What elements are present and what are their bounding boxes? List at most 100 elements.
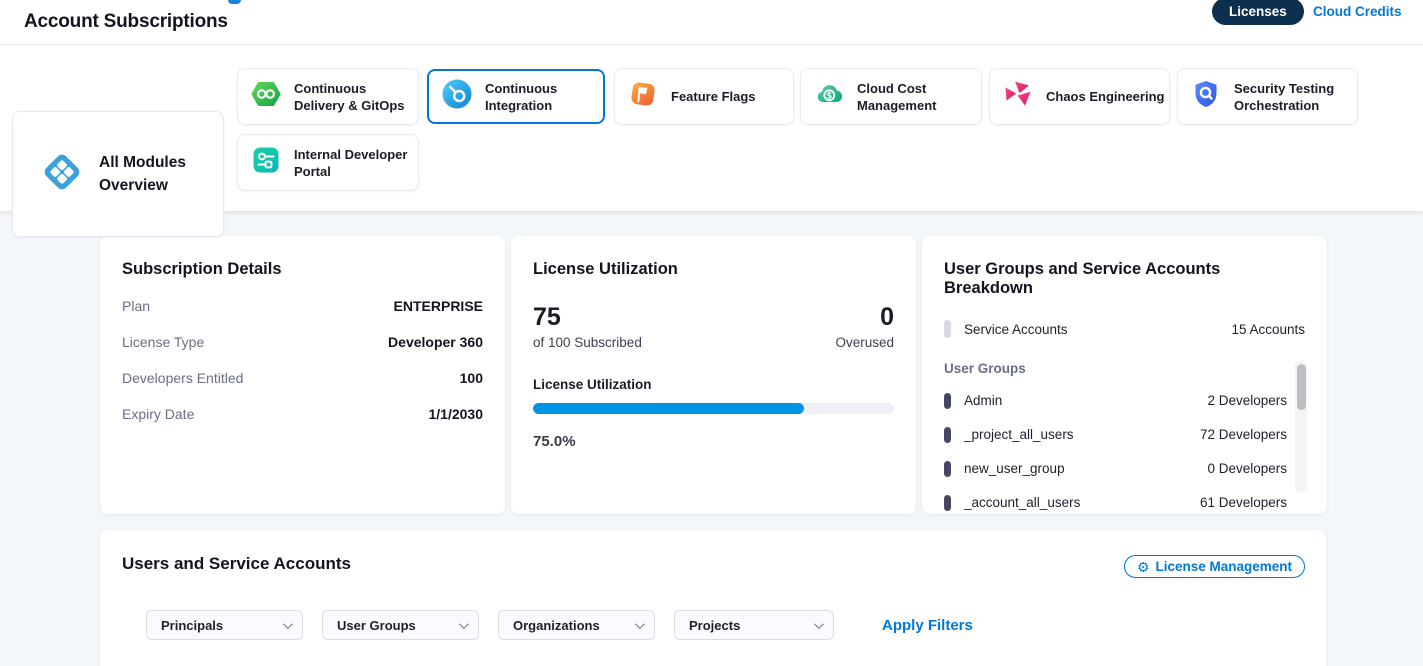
breakdown-title: User Groups and Service Accounts Breakdo… (944, 260, 1305, 298)
apply-filters-link[interactable]: Apply Filters (882, 617, 973, 634)
user-groups-subheading: User Groups (944, 361, 1305, 376)
user-group-marker (944, 461, 951, 477)
chevron-down-icon (283, 619, 293, 629)
license-management-button[interactable]: ⚙ License Management (1124, 555, 1305, 578)
tile-continuous-integration[interactable]: Continuous Integration (427, 69, 605, 124)
user-group-marker (944, 495, 951, 511)
overused-block: 0 Overused (835, 303, 894, 350)
user-group-row: _project_all_users 72 Developers (944, 425, 1305, 444)
account-subscriptions-page: Account Subscriptions Licenses Cloud Cre… (0, 0, 1423, 666)
cloud-credits-link[interactable]: Cloud Credits (1313, 4, 1402, 19)
service-accounts-marker (944, 320, 951, 338)
user-group-name: _project_all_users (964, 427, 1074, 442)
user-group-name: new_user_group (964, 461, 1065, 476)
row-value: 1/1/2030 (429, 406, 484, 423)
subscription-row-plan: Plan ENTERPRISE (122, 298, 483, 315)
subscription-row-license-type: License Type Developer 360 (122, 334, 483, 351)
utilization-counts: 75 of 100 Subscribed 0 Overused (533, 303, 894, 350)
tile-label: Feature Flags (671, 88, 756, 105)
gear-icon: ⚙ (1137, 560, 1150, 574)
row-label: Plan (122, 298, 150, 315)
tile-internal-developer-portal[interactable]: Internal Developer Portal (237, 134, 419, 191)
user-group-value: 0 Developers (1207, 461, 1287, 476)
principals-dropdown[interactable]: Principals (146, 610, 303, 640)
all-modules-icon (38, 148, 86, 201)
service-accounts-label: Service Accounts (964, 322, 1068, 337)
chevron-down-icon (459, 619, 469, 629)
row-label: Expiry Date (122, 406, 194, 423)
overused-count: 0 (835, 303, 894, 331)
user-group-name: Admin (964, 393, 1002, 408)
organizations-dropdown[interactable]: Organizations (498, 610, 655, 640)
users-and-service-accounts-card: Users and Service Accounts ⚙ License Man… (100, 530, 1326, 666)
subscribed-count: 75 (533, 303, 642, 331)
cloud-cost-icon: $ (813, 78, 845, 115)
tile-feature-flags[interactable]: Feature Flags (614, 68, 794, 125)
subscription-details-title: Subscription Details (122, 260, 483, 279)
user-group-row: _account_all_users 61 Developers (944, 493, 1305, 512)
feature-flags-icon (627, 78, 659, 115)
row-value: ENTERPRISE (394, 298, 483, 315)
chevron-down-icon (635, 619, 645, 629)
row-value: 100 (460, 370, 483, 387)
user-group-marker (944, 393, 951, 409)
user-group-name: _account_all_users (964, 495, 1080, 510)
tile-label: Continuous Integration (485, 80, 603, 114)
filters-row: Principals User Groups Organizations Pro… (146, 610, 973, 640)
cropped-nav-icon-fragment (228, 0, 241, 4)
utilization-percent-label: 75.0% (533, 433, 894, 450)
utilization-bar-label: License Utilization (533, 377, 894, 392)
subscription-row-developers-entitled: Developers Entitled 100 (122, 370, 483, 387)
breakdown-scrollbar-thumb[interactable] (1297, 364, 1306, 410)
svg-text:$: $ (826, 91, 832, 101)
tile-label: Security Testing Orchestration (1234, 80, 1356, 114)
license-utilization-title: License Utilization (533, 260, 894, 279)
tile-label: Cloud Cost Management (857, 80, 979, 114)
ci-icon (441, 78, 473, 115)
user-group-marker (944, 427, 951, 443)
user-group-value: 2 Developers (1207, 393, 1287, 408)
utilization-bar-fill (533, 403, 804, 414)
license-management-label: License Management (1155, 559, 1292, 574)
licenses-tab-button[interactable]: Licenses (1212, 0, 1304, 25)
breakdown-card: User Groups and Service Accounts Breakdo… (922, 236, 1327, 514)
row-label: License Type (122, 334, 204, 351)
tile-label: Continuous Delivery & GitOps (294, 80, 416, 114)
dropdown-label: User Groups (337, 618, 416, 633)
breakdown-scrollbar-track[interactable] (1295, 360, 1307, 492)
tile-label: Internal Developer Portal (294, 146, 416, 180)
dropdown-label: Principals (161, 618, 223, 633)
user-group-value: 61 Developers (1200, 495, 1287, 510)
security-testing-icon (1190, 78, 1222, 115)
dropdown-label: Projects (689, 618, 740, 633)
user-group-value: 72 Developers (1200, 427, 1287, 442)
user-group-row: new_user_group 0 Developers (944, 459, 1305, 478)
license-utilization-card: License Utilization 75 of 100 Subscribed… (511, 236, 916, 514)
tile-security-testing[interactable]: Security Testing Orchestration (1177, 68, 1358, 125)
service-accounts-value: 15 Accounts (1231, 322, 1305, 337)
tile-chaos-engineering[interactable]: Chaos Engineering (989, 68, 1170, 125)
users-section-title: Users and Service Accounts (122, 554, 351, 574)
internal-developer-portal-icon (250, 144, 282, 181)
page-title: Account Subscriptions (24, 11, 228, 33)
subscribed-block: 75 of 100 Subscribed (533, 303, 642, 350)
user-groups-dropdown[interactable]: User Groups (322, 610, 479, 640)
subscribed-caption: of 100 Subscribed (533, 335, 642, 350)
overused-caption: Overused (835, 335, 894, 350)
dropdown-label: Organizations (513, 618, 600, 633)
row-value: Developer 360 (388, 334, 483, 351)
tile-label: Chaos Engineering (1046, 88, 1164, 105)
user-group-row: Admin 2 Developers (944, 391, 1305, 410)
subscription-row-expiry-date: Expiry Date 1/1/2030 (122, 406, 483, 423)
tile-cloud-cost[interactable]: $ Cloud Cost Management (800, 68, 982, 125)
all-modules-overview-card[interactable]: All Modules Overview (12, 111, 224, 237)
all-modules-overview-label: All Modules Overview (99, 151, 195, 197)
chaos-engineering-icon (1002, 78, 1034, 115)
module-strip: All Modules Overview Continuous Delivery… (0, 45, 1423, 211)
chevron-down-icon (814, 619, 824, 629)
utilization-bar-track (533, 403, 894, 414)
tile-continuous-delivery[interactable]: Continuous Delivery & GitOps (237, 68, 419, 125)
projects-dropdown[interactable]: Projects (674, 610, 834, 640)
subscription-details-card: Subscription Details Plan ENTERPRISE Lic… (100, 236, 505, 514)
cd-gitops-icon (250, 78, 282, 115)
